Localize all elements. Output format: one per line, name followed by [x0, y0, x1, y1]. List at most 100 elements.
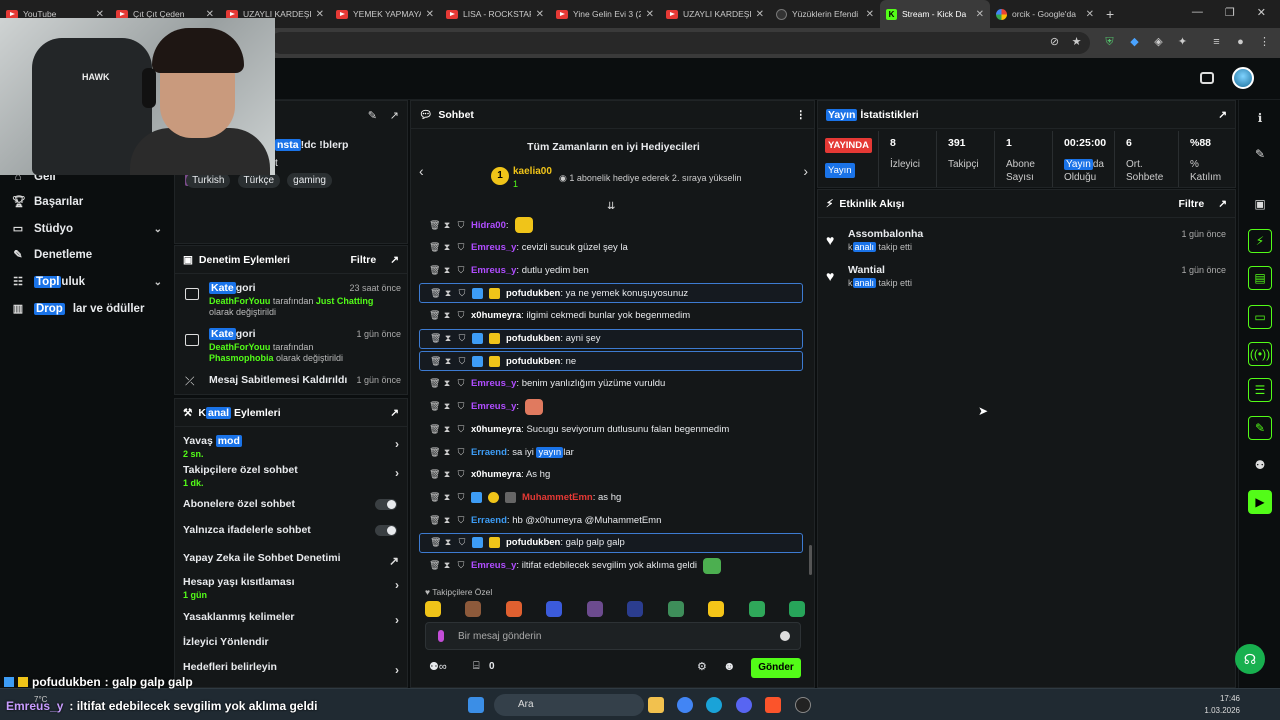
banned-words-row[interactable]: Yasaklanmış kelimeler ›	[183, 611, 405, 627]
shield-icon[interactable]: ⛉	[457, 515, 465, 525]
timeout-icon[interactable]: ⧗	[443, 470, 451, 479]
trash-icon[interactable]: 🗑︎	[429, 561, 440, 570]
timeout-icon[interactable]: ⧗	[443, 265, 451, 275]
maximize-icon[interactable]: ❐	[1225, 6, 1235, 19]
popout-icon[interactable]: ↗	[1218, 198, 1227, 210]
emote[interactable]	[748, 601, 765, 617]
chat-message[interactable]: 🗑︎ ⧗ ⛉ Emreus_y: benim yanlızlığım yüzüme v…	[419, 374, 803, 394]
chat-message[interactable]: 🗑︎ ⧗ ⛉ Emreus_y:	[419, 397, 803, 417]
support-icon[interactable]: ☊	[1235, 644, 1265, 674]
timeout-icon[interactable]: ⧗	[443, 220, 451, 230]
emote[interactable]	[425, 601, 441, 617]
browser-tab[interactable]: K Stream - Kick Da ✕	[880, 0, 990, 28]
trash-icon[interactable]: 🗑︎	[430, 334, 441, 343]
chrome-icon[interactable]	[677, 697, 693, 713]
emoji-icon[interactable]	[780, 631, 790, 641]
puzzle-icon[interactable]: ✦	[1176, 36, 1189, 49]
emote[interactable]	[788, 601, 805, 617]
slow-mode-row[interactable]: Yavaş mod 2 sn. ›	[183, 435, 405, 459]
trash-icon[interactable]: 🗑︎	[429, 470, 440, 479]
timeout-icon[interactable]: ⧗	[443, 402, 451, 411]
browser-tab[interactable]: Yine Gelin Evi 3 (2 ✕	[550, 0, 660, 28]
edit-icon[interactable]: ✎	[368, 109, 377, 122]
trash-icon[interactable]: 🗑︎	[430, 538, 441, 547]
trash-icon[interactable]: 🗑︎	[429, 379, 440, 388]
timeout-icon[interactable]: ⧗	[443, 515, 451, 525]
shield-icon[interactable]: ⛉	[457, 470, 465, 479]
shield-icon[interactable]: ⛉	[457, 265, 465, 275]
info-icon[interactable]: ℹ	[1248, 106, 1272, 130]
broadcast-icon[interactable]: ((•))	[1248, 342, 1272, 366]
sidebar-item-studio[interactable]: ▭ Stüdyo ⌄	[12, 218, 162, 240]
chat-message[interactable]: 🗑︎ ⧗ ⛉ pofudukben: galp galp galp	[419, 532, 803, 553]
timeout-icon[interactable]: ⧗	[443, 379, 451, 388]
chat-message[interactable]: 🗑︎ ⧗ ⛉ Emreus_y: cevizli sucuk güzel şey la	[419, 238, 803, 258]
minimize-icon[interactable]: —	[1192, 6, 1203, 19]
chat-icon[interactable]: ▭	[1248, 305, 1272, 329]
close-tab-icon[interactable]: ✕	[866, 9, 874, 20]
timeout-icon[interactable]: ⧗	[443, 492, 451, 502]
sidebar-item-achievements[interactable]: 🏆︎ Başarılar	[12, 191, 162, 213]
menu-icon[interactable]: ⋮	[1258, 36, 1271, 49]
sidebar-item-drops[interactable]: ▥ Drop lar ve ödüller	[12, 298, 172, 320]
chat-message[interactable]: 🗑︎ ⧗ ⛉ pofudukben: ya ne yemek konuşuyosunu…	[419, 283, 803, 304]
stream-settings-icon[interactable]	[1200, 72, 1214, 84]
shield-icon[interactable]: ⛉	[457, 561, 465, 570]
chat-message[interactable]: 🗑︎ ⧗ ⛉ Erraend: sa iyi yayın lar	[419, 442, 803, 462]
clip-icon[interactable]: ▶	[1248, 490, 1272, 514]
tag-turkce[interactable]: Türkçe	[237, 173, 281, 188]
shield-icon[interactable]: ⛉	[457, 492, 465, 502]
close-tab-icon[interactable]: ✕	[1086, 9, 1094, 20]
shield-icon[interactable]: ⛉	[457, 220, 465, 230]
chat-message[interactable]: 🗑︎ ⧗ ⛉ pofudukben: ayni şey	[419, 328, 803, 349]
chat-message[interactable]: 🗑︎ ⧗ ⛉ pofudukben: ne	[419, 351, 803, 372]
chevron-right-icon[interactable]: ›	[803, 163, 808, 179]
chat-message[interactable]: 🗑︎ ⧗ ⛉ Emreus_y: iltifat edebilecek sevgili…	[419, 556, 803, 576]
trash-icon[interactable]: 🗑︎	[430, 356, 441, 366]
emote[interactable]	[505, 601, 522, 617]
popout-icon[interactable]: ↗	[1218, 109, 1227, 121]
shield-icon[interactable]: ⛉	[457, 379, 465, 388]
timeout-icon[interactable]: ⧗	[444, 334, 452, 343]
trash-icon[interactable]: 🗑︎	[429, 515, 440, 525]
trash-icon[interactable]: 🗑︎	[429, 220, 440, 230]
trash-icon[interactable]: 🗑︎	[430, 288, 441, 298]
emote-picker-icon[interactable]: ☻	[723, 659, 736, 673]
chat-message[interactable]: 🗑︎ ⧗ ⛉ Erraend: hb @x0humeyra @MuhammetEmn	[419, 510, 803, 530]
mic-icon[interactable]	[438, 630, 444, 642]
trash-icon[interactable]: 🗑︎	[429, 265, 440, 275]
trash-icon[interactable]: 🗑︎	[429, 424, 440, 434]
close-window-icon[interactable]: ✕	[1257, 6, 1266, 19]
filter-button[interactable]: Filtre	[1179, 198, 1205, 210]
media-icon[interactable]: ≡	[1210, 36, 1223, 49]
popout-icon[interactable]: ↗	[390, 407, 399, 419]
trash-icon[interactable]: 🗑︎	[429, 447, 440, 457]
followers-only-row[interactable]: Takipçilere özel sohbet 1 dk. ›	[183, 464, 405, 488]
emote-only-toggle[interactable]	[375, 525, 397, 536]
emote[interactable]	[667, 601, 684, 617]
discord-icon[interactable]	[736, 697, 752, 713]
bookmark-star-icon[interactable]: ★	[1070, 36, 1083, 49]
send-button[interactable]: Gönder	[751, 658, 801, 678]
new-tab-icon[interactable]: +	[1106, 6, 1114, 22]
trash-icon[interactable]: 🗑︎	[429, 311, 440, 320]
shield-extension-icon[interactable]: ⛨	[1103, 36, 1116, 49]
taskbar-search[interactable]: Ara	[494, 694, 644, 716]
chat-message[interactable]: 🗑︎ ⧗ ⛉ x0humeyra: ilgimi cekmedi bunlar yok…	[419, 306, 803, 326]
timeout-icon[interactable]: ⧗	[444, 356, 452, 366]
document-icon[interactable]: ▤	[1248, 266, 1272, 290]
timeout-icon[interactable]: ⧗	[443, 424, 451, 434]
screen-icon[interactable]: ▣	[1248, 192, 1272, 216]
timeout-icon[interactable]: ⧗	[443, 243, 451, 252]
bolt-icon[interactable]: ⚡︎	[1248, 229, 1272, 253]
ai-moderation-row[interactable]: Yapay Zeka ile Sohbet Denetimi ↗	[183, 552, 405, 568]
chat-input[interactable]: Bir mesaj gönderin	[425, 622, 801, 650]
eye-off-icon[interactable]: ⊘	[1048, 36, 1061, 49]
layout-icon[interactable]: ☰	[1248, 378, 1272, 402]
emote[interactable]	[708, 601, 725, 617]
shield-icon[interactable]: ⛉	[458, 334, 466, 343]
url-input[interactable]	[270, 32, 1090, 54]
sidebar-item-moderation[interactable]: ✎ Denetleme	[12, 244, 162, 266]
gift-icon[interactable]: ⌸	[473, 660, 480, 673]
chat-message[interactable]: 🗑︎ ⧗ ⛉ x0humeyra: Sucugu seviyorum dutlusun…	[419, 419, 803, 439]
